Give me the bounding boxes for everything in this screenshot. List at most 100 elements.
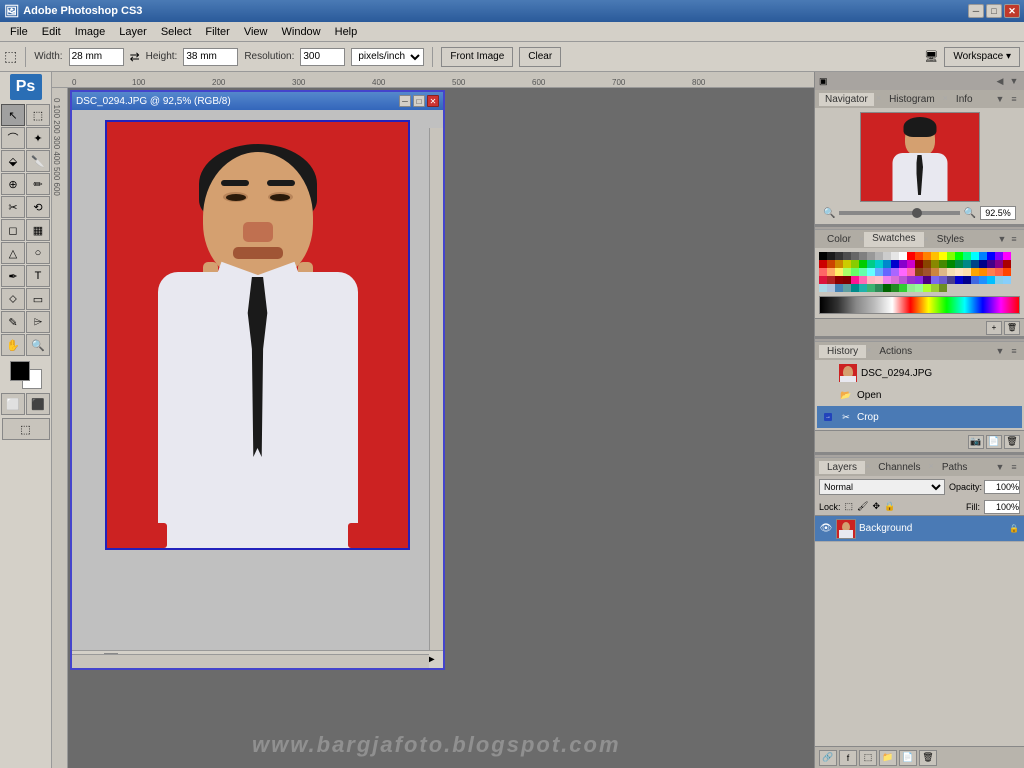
- color-swatch[interactable]: [883, 276, 891, 284]
- color-swatch[interactable]: [867, 252, 875, 260]
- color-swatch[interactable]: [867, 284, 875, 292]
- color-swatch[interactable]: [835, 276, 843, 284]
- color-swatch[interactable]: [851, 252, 859, 260]
- layer-delete-btn[interactable]: 🗑: [919, 750, 937, 766]
- color-swatch[interactable]: [931, 268, 939, 276]
- height-input[interactable]: [183, 48, 238, 66]
- color-swatch[interactable]: [923, 284, 931, 292]
- color-panel-options-btn[interactable]: ≡: [1008, 233, 1020, 245]
- document-scrollbar-horizontal[interactable]: [72, 654, 429, 668]
- color-swatch[interactable]: [819, 252, 827, 260]
- color-swatch[interactable]: [843, 260, 851, 268]
- layer-mode-select[interactable]: Normal Multiply Screen: [819, 479, 945, 495]
- color-swatch[interactable]: [915, 268, 923, 276]
- menu-layer[interactable]: Layer: [113, 24, 153, 40]
- tab-styles[interactable]: Styles: [929, 233, 972, 246]
- history-collapse-btn[interactable]: ▼: [994, 345, 1006, 357]
- menu-help[interactable]: Help: [329, 24, 364, 40]
- close-button[interactable]: ✕: [1004, 4, 1020, 18]
- resolution-input[interactable]: [300, 48, 345, 66]
- lock-move-icon[interactable]: ✥: [872, 501, 880, 512]
- color-swatch[interactable]: [867, 268, 875, 276]
- color-swatch[interactable]: [891, 268, 899, 276]
- path-selection-tool[interactable]: ⬦: [1, 288, 25, 310]
- color-swatch[interactable]: [883, 252, 891, 260]
- color-swatch[interactable]: [851, 260, 859, 268]
- color-swatch[interactable]: [995, 252, 1003, 260]
- menu-select[interactable]: Select: [155, 24, 198, 40]
- zoom-value-input[interactable]: [980, 206, 1016, 220]
- crop-tool[interactable]: ⬙: [1, 150, 25, 172]
- layer-visibility-toggle[interactable]: 👁: [819, 522, 833, 536]
- menu-file[interactable]: File: [4, 24, 34, 40]
- color-swatch[interactable]: [907, 276, 915, 284]
- color-swatch[interactable]: [955, 260, 963, 268]
- color-swatch[interactable]: [939, 284, 947, 292]
- layer-group-btn[interactable]: 📁: [879, 750, 897, 766]
- color-swatch[interactable]: [835, 284, 843, 292]
- color-swatch[interactable]: [899, 252, 907, 260]
- history-item-open[interactable]: 📂 Open: [817, 384, 1022, 406]
- tab-channels[interactable]: Channels: [870, 461, 928, 474]
- dodge-tool[interactable]: ○: [26, 242, 50, 264]
- color-swatch[interactable]: [947, 276, 955, 284]
- hand-tool[interactable]: ✋: [1, 334, 25, 356]
- color-swatch[interactable]: [923, 252, 931, 260]
- history-brush-tool[interactable]: ⟲: [26, 196, 50, 218]
- color-swatch[interactable]: [875, 284, 883, 292]
- color-swatch[interactable]: [1003, 252, 1011, 260]
- tab-navigator[interactable]: Navigator: [819, 93, 874, 106]
- color-swatch[interactable]: [923, 276, 931, 284]
- color-swatch[interactable]: [867, 276, 875, 284]
- standard-mode-btn[interactable]: ⬜: [1, 393, 25, 415]
- color-swatch[interactable]: [931, 276, 939, 284]
- foreground-color-swatch[interactable]: [10, 361, 30, 381]
- type-tool[interactable]: T: [26, 265, 50, 287]
- zoom-in-icon[interactable]: 🔍: [964, 208, 976, 219]
- color-swatch[interactable]: [947, 260, 955, 268]
- color-swatch[interactable]: [947, 252, 955, 260]
- color-swatch[interactable]: [955, 268, 963, 276]
- color-swatch[interactable]: [995, 260, 1003, 268]
- screen-mode-btn[interactable]: ⬚: [2, 418, 50, 440]
- menu-window[interactable]: Window: [276, 24, 327, 40]
- tab-paths[interactable]: Paths: [934, 461, 976, 474]
- magic-wand-tool[interactable]: ✦: [26, 127, 50, 149]
- color-swatch[interactable]: [915, 284, 923, 292]
- color-swatch[interactable]: [963, 276, 971, 284]
- panel-collapse-btn[interactable]: ◀: [994, 75, 1006, 87]
- shape-tool[interactable]: ▭: [26, 288, 50, 310]
- color-swatch[interactable]: [843, 252, 851, 260]
- color-swatch[interactable]: [907, 268, 915, 276]
- color-panel-collapse-btn[interactable]: ▼: [996, 233, 1008, 245]
- color-swatch[interactable]: [875, 268, 883, 276]
- color-swatch[interactable]: [939, 276, 947, 284]
- healing-tool[interactable]: ⊕: [1, 173, 25, 195]
- menu-image[interactable]: Image: [69, 24, 112, 40]
- lasso-tool[interactable]: ⌒: [1, 127, 25, 149]
- color-swatch[interactable]: [979, 252, 987, 260]
- fill-input[interactable]: [984, 500, 1020, 514]
- tab-info[interactable]: Info: [950, 93, 979, 106]
- color-swatch[interactable]: [867, 260, 875, 268]
- color-swatch[interactable]: [987, 268, 995, 276]
- color-swatch[interactable]: [963, 268, 971, 276]
- zoom-slider-thumb[interactable]: [912, 208, 922, 218]
- layer-new-btn[interactable]: 📄: [899, 750, 917, 766]
- color-swatch[interactable]: [939, 260, 947, 268]
- swatches-delete-btn[interactable]: 🗑: [1004, 321, 1020, 335]
- menu-edit[interactable]: Edit: [36, 24, 67, 40]
- layer-style-btn[interactable]: f: [839, 750, 857, 766]
- layer-opacity-input[interactable]: [984, 480, 1020, 494]
- color-swatch[interactable]: [931, 284, 939, 292]
- doc-close-btn[interactable]: ✕: [427, 95, 439, 107]
- color-swatch[interactable]: [971, 268, 979, 276]
- color-swatch[interactable]: [819, 276, 827, 284]
- color-swatch[interactable]: [979, 276, 987, 284]
- color-swatch[interactable]: [1003, 268, 1011, 276]
- color-swatch[interactable]: [955, 276, 963, 284]
- zoom-slider[interactable]: [839, 211, 959, 215]
- color-swatch[interactable]: [827, 268, 835, 276]
- menu-filter[interactable]: Filter: [199, 24, 235, 40]
- delete-history-btn[interactable]: 🗑: [1004, 435, 1020, 449]
